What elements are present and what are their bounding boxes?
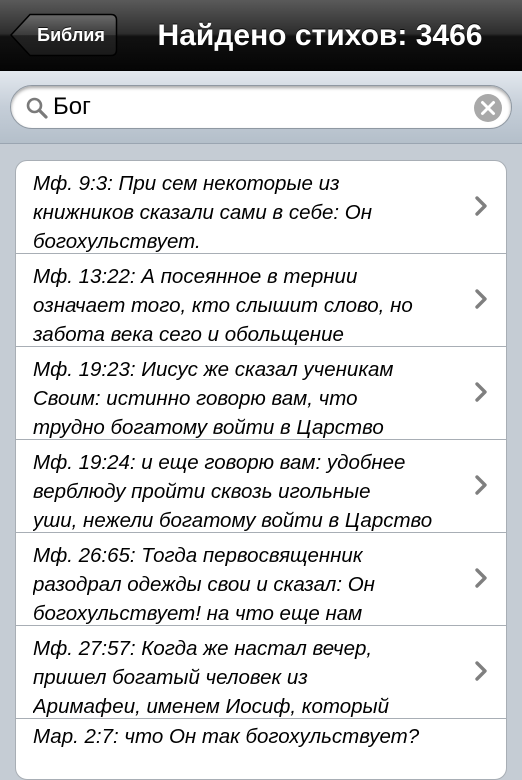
list-item[interactable]: Мф. 19:23: Иисус же сказал ученикам Свои…: [16, 347, 506, 440]
chevron-right-icon: [475, 382, 487, 402]
verse-text: Мф. 27:57: Когда же настал вечер, пришел…: [33, 637, 389, 718]
verse-text: Мф. 19:24: и еще говорю вам: удобнее вер…: [33, 451, 433, 532]
verse-text: Мф. 9:3: При сем некоторые из книжников …: [33, 172, 373, 253]
clear-icon[interactable]: [473, 93, 503, 123]
list-item[interactable]: Мф. 26:65: Тогда первосвященник разодрал…: [16, 533, 506, 626]
back-button-label: Библия: [37, 25, 105, 45]
list-item[interactable]: Мф. 9:3: При сем некоторые из книжников …: [16, 161, 506, 254]
chevron-right-icon: [475, 475, 487, 495]
navigation-bar: Библия Найдено стихов: 3466: [0, 0, 522, 71]
page-title: Найдено стихов: 3466: [157, 19, 483, 52]
results-list: Мф. 9:3: При сем некоторые из книжников …: [15, 160, 507, 780]
search-field[interactable]: [10, 85, 512, 129]
list-item[interactable]: Мар. 2:7: что Он так богохульствует?: [16, 719, 506, 779]
search-input[interactable]: [53, 86, 473, 128]
list-item[interactable]: Мф. 19:24: и еще говорю вам: удобнее вер…: [16, 440, 506, 533]
verse-text: Мф. 19:23: Иисус же сказал ученикам Свои…: [33, 358, 394, 439]
verse-text: Мф. 26:65: Тогда первосвященник разодрал…: [33, 544, 375, 625]
verse-text: Мар. 2:7: что Он так богохульствует?: [33, 725, 420, 748]
search-bar: [0, 71, 522, 144]
chevron-right-icon: [475, 196, 487, 216]
chevron-right-icon: [475, 289, 487, 309]
search-icon: [26, 97, 48, 119]
list-item[interactable]: Мф. 27:57: Когда же настал вечер, пришел…: [16, 626, 506, 719]
chevron-right-icon: [475, 661, 487, 681]
verse-text: Мф. 13:22: А посеянное в тернии означает…: [33, 265, 413, 346]
chevron-right-icon: [475, 568, 487, 588]
list-item[interactable]: Мф. 13:22: А посеянное в тернии означает…: [16, 254, 506, 347]
back-button[interactable]: Библия: [10, 13, 118, 57]
